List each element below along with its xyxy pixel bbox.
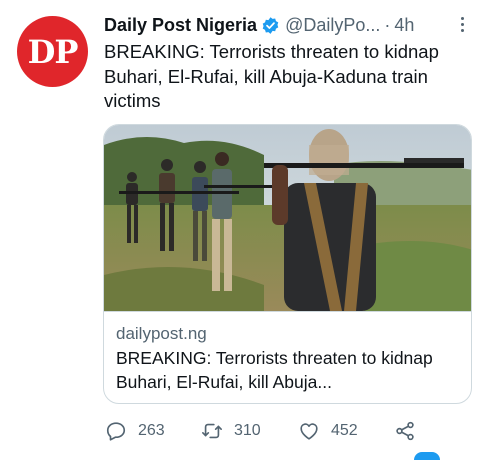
like-button[interactable]: 452 (298, 419, 358, 443)
reply-icon (106, 422, 126, 441)
like-icon (300, 423, 318, 440)
card-title: BREAKING: Terrorists threaten to kidnap … (116, 348, 433, 392)
more-icon[interactable] (452, 12, 472, 36)
retweet-count: 310 (234, 422, 261, 439)
avatar[interactable]: DP (17, 16, 88, 87)
like-count: 452 (331, 422, 358, 439)
retweet-button[interactable]: 310 (201, 419, 261, 443)
timestamp[interactable]: 4h (394, 15, 414, 36)
card-divider (104, 311, 471, 312)
card-domain: dailypost.ng (116, 324, 207, 343)
verified-badge-icon (262, 16, 279, 34)
share-icon (396, 421, 414, 441)
tweet-actions: 263 310 452 (105, 419, 425, 443)
display-name[interactable]: Daily Post Nigeria (104, 15, 257, 36)
handle[interactable]: @DailyPo... (285, 15, 380, 36)
reply-count: 263 (138, 422, 165, 439)
tweet-header: Daily Post Nigeria @DailyPo... · 4h (104, 10, 476, 40)
tweet-text: BREAKING: Terrorists threaten to kidnap … (104, 41, 439, 111)
link-card[interactable]: dailypost.ng BREAKING: Terrorists threat… (103, 124, 472, 404)
retweet-icon (202, 423, 222, 439)
avatar-logo-text: DP (27, 32, 79, 71)
card-image[interactable] (104, 125, 472, 311)
reply-button[interactable]: 263 (105, 419, 165, 443)
compose-button-edge[interactable] (414, 452, 440, 460)
share-button[interactable] (394, 419, 416, 443)
separator-dot: · (384, 14, 391, 35)
